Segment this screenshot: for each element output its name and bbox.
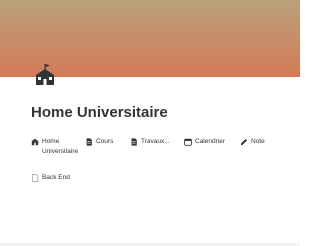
link-label: Cours (96, 138, 114, 145)
link-label: Back End (42, 174, 70, 181)
school-icon (31, 138, 39, 146)
link-home-universitaire[interactable]: Home Universitaire (31, 137, 79, 157)
page-icon (32, 174, 39, 182)
document-icon (131, 138, 137, 146)
document-icon (86, 138, 92, 146)
school-building-icon (36, 64, 54, 85)
page-title: Home Universitaire (31, 104, 168, 121)
link-cours[interactable]: Cours (85, 137, 113, 147)
link-back-end[interactable]: Back End (31, 173, 70, 183)
link-label: Home Universitaire (42, 138, 79, 155)
link-travaux[interactable]: Travaux... (130, 137, 170, 147)
link-note[interactable]: Note (240, 137, 265, 147)
link-label: Travaux... (141, 138, 170, 145)
link-label: Calendrier (195, 138, 225, 145)
link-label: Note (251, 138, 265, 145)
calendar-icon (184, 138, 192, 146)
link-calendrier[interactable]: Calendrier (184, 137, 225, 147)
pencil-icon (240, 138, 248, 146)
